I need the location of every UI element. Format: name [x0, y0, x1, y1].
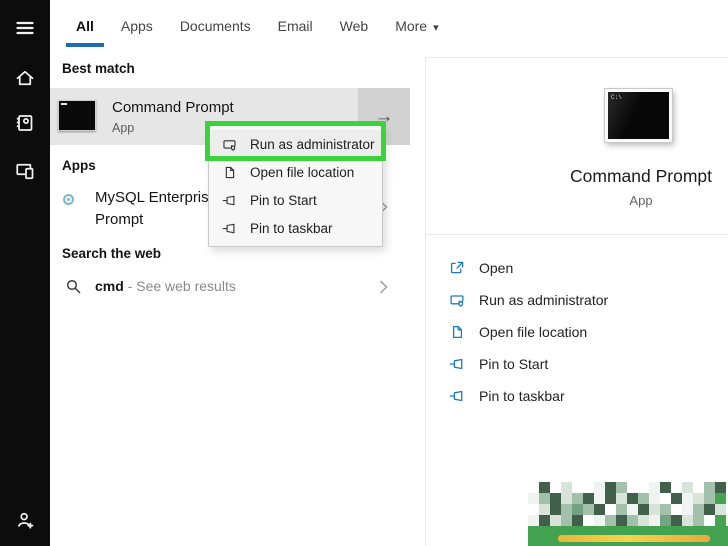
home-icon[interactable]	[15, 68, 35, 88]
action-open-file-location[interactable]: Open file location	[449, 316, 587, 348]
menu-item-pin-to-start[interactable]: Pin to Start	[209, 186, 382, 214]
search-icon	[65, 278, 82, 295]
menu-item-open-file-location[interactable]: Open file location	[209, 158, 382, 186]
best-match-header: Best match	[62, 61, 135, 76]
watermark-band	[528, 526, 728, 546]
mysql-label-line2: Prompt	[95, 211, 144, 228]
web-section-header: Search the web	[62, 246, 162, 261]
menu-item-label: Pin to taskbar	[250, 220, 333, 236]
menu-item-label: Run as administrator	[250, 136, 375, 152]
hamburger-menu-icon[interactable]	[15, 18, 35, 38]
best-match-title: Command Prompt	[112, 99, 234, 116]
pin-icon	[222, 193, 237, 208]
context-menu: Run as administrator Open file location …	[208, 125, 383, 247]
apps-section-header: Apps	[62, 158, 96, 173]
pin-icon	[449, 356, 465, 372]
menu-item-run-as-administrator[interactable]: Run as administrator	[209, 130, 382, 158]
file-location-icon	[222, 165, 237, 180]
divider	[426, 234, 728, 235]
devices-icon[interactable]	[15, 161, 35, 181]
web-suffix: - See web results	[127, 278, 236, 294]
chevron-right-icon[interactable]	[378, 279, 390, 295]
action-pin-to-taskbar[interactable]: Pin to taskbar	[449, 380, 565, 412]
preview-app-title: Command Prompt	[570, 166, 712, 186]
action-pin-to-start[interactable]: Pin to Start	[449, 348, 548, 380]
pin-icon	[449, 388, 465, 404]
tab-apps[interactable]: Apps	[121, 18, 153, 55]
run-as-admin-icon	[449, 292, 465, 308]
action-label: Pin to taskbar	[479, 388, 565, 404]
run-as-admin-icon	[222, 137, 237, 152]
action-label: Open	[479, 260, 514, 276]
journal-icon[interactable]	[15, 113, 35, 133]
prompt-glyph: C:\	[611, 94, 622, 101]
tab-more[interactable]: More ▾	[395, 18, 438, 55]
tab-web[interactable]: Web	[340, 18, 369, 55]
action-label: Open file location	[479, 324, 588, 340]
chevron-down-icon: ▾	[433, 22, 439, 34]
command-prompt-icon	[58, 100, 96, 131]
sidebar	[0, 0, 50, 546]
mysql-app-icon	[63, 194, 74, 205]
preview-app-type: App	[629, 193, 653, 208]
menu-item-pin-to-taskbar[interactable]: Pin to taskbar	[209, 214, 382, 242]
action-label: Run as administrator	[479, 292, 609, 308]
best-match-type: App	[112, 121, 135, 135]
search-filter-tabs: All Apps Documents Email Web More ▾	[50, 0, 728, 55]
command-prompt-icon-large: C:\	[604, 88, 673, 143]
tab-email[interactable]: Email	[278, 18, 313, 55]
watermark-stripe	[558, 535, 710, 542]
windows-search-flyout: All Apps Documents Email Web More ▾ Best …	[0, 0, 728, 546]
menu-item-label: Pin to Start	[250, 192, 317, 208]
menu-item-label: Open file location	[250, 164, 355, 180]
action-label: Pin to Start	[479, 356, 549, 372]
pin-icon	[222, 221, 237, 236]
tab-all[interactable]: All	[66, 18, 104, 55]
pixelated-watermark	[528, 482, 728, 546]
web-search-label: cmd - See web results	[95, 278, 236, 294]
file-location-icon	[449, 324, 465, 340]
preview-panel: C:\ Command Prompt App Open Run as admin…	[425, 57, 728, 546]
open-icon	[449, 260, 465, 276]
account-add-icon[interactable]	[15, 510, 35, 530]
web-query: cmd	[95, 278, 124, 294]
action-open[interactable]: Open	[449, 252, 513, 284]
tab-more-label: More	[395, 18, 428, 34]
result-row-web-search[interactable]: cmd - See web results	[50, 274, 410, 304]
watermark-mosaic	[528, 482, 726, 526]
action-run-as-administrator[interactable]: Run as administrator	[449, 284, 608, 316]
tab-documents[interactable]: Documents	[180, 18, 251, 55]
